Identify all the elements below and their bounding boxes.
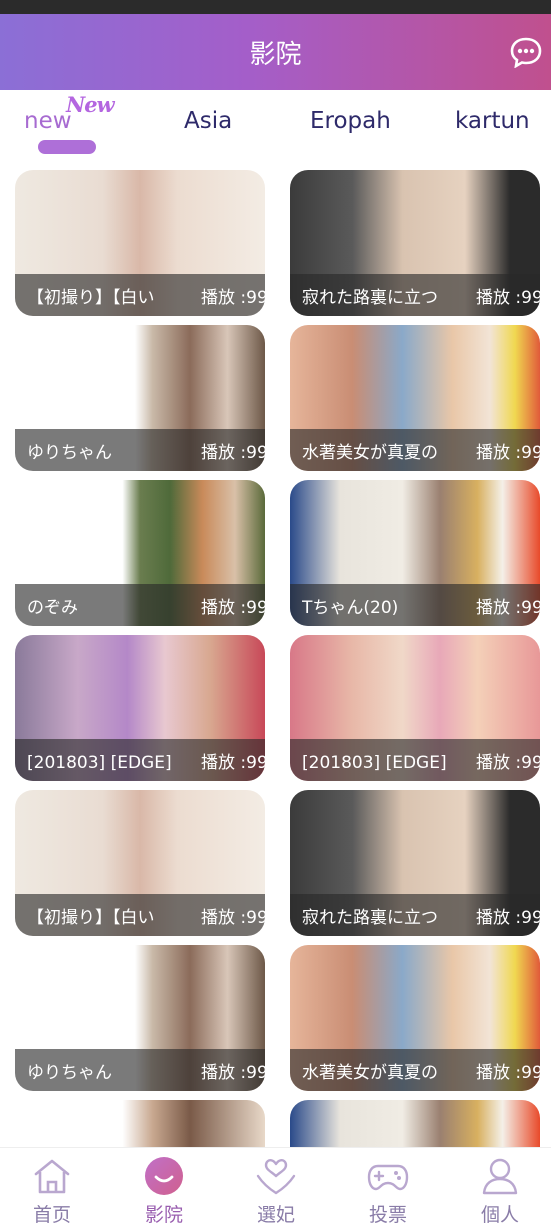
video-card[interactable] [15,1100,265,1147]
nav-item-cinema[interactable]: 影院 [119,1156,209,1227]
video-play-count: 播放 :99 [476,288,540,308]
video-play-count: 播放 :99 [201,908,265,928]
video-card[interactable]: ゆりちゃん 播放 :99 [15,325,265,471]
nav-label: 影院 [144,1204,183,1226]
video-card[interactable]: 【初撮り】【白い 播放 :99 [15,170,265,316]
smile-icon [145,1157,183,1195]
active-tab-indicator [38,140,96,154]
tab-eropah[interactable]: Eropah [310,108,391,134]
video-play-count: 播放 :99 [201,1063,265,1083]
tab-new[interactable]: new [24,108,72,134]
page-title: 影院 [249,40,302,70]
video-card[interactable]: 水著美女が真夏の 播放 :99 [290,945,540,1091]
video-card[interactable]: [201803] [EDGE] 播放 :99 [15,635,265,781]
app-header: 影院 [0,14,551,90]
nav-item-home[interactable]: 首页 [7,1156,97,1227]
video-card[interactable]: のぞみ 播放 :99 [15,480,265,626]
video-title: ゆりちゃん [27,443,112,463]
chat-bubble-icon[interactable] [509,36,543,69]
tab-asia[interactable]: Asia [184,108,232,134]
heart-hands-icon [256,1159,296,1195]
video-thumbnail [290,1100,540,1147]
new-badge: New [66,92,115,117]
video-title: 水著美女が真夏の [302,1063,438,1083]
video-title: [201803] [EDGE] [302,753,447,773]
video-title: のぞみ [27,598,78,618]
gamepad-icon [367,1164,409,1191]
video-play-count: 播放 :99 [201,288,265,308]
video-title: 【初撮り】【白い [27,908,155,928]
video-title: 【初撮り】【白い [27,288,155,308]
status-bar [0,0,551,14]
nav-item-select[interactable]: 選妃 [231,1156,321,1227]
video-card[interactable]: Tちゃん(20) 播放 :99 [290,480,540,626]
video-play-count: 播放 :99 [476,443,540,463]
video-card[interactable]: 寂れた路裏に立つ 播放 :99 [290,170,540,316]
video-title: [201803] [EDGE] [27,753,172,773]
video-play-count: 播放 :99 [201,753,265,773]
video-title: 寂れた路裏に立つ [302,288,438,308]
video-play-count: 播放 :99 [476,753,540,773]
video-play-count: 播放 :99 [476,908,540,928]
video-title: Tちゃん(20) [302,598,399,618]
bottom-nav: 首页 影院 選妃 投票 個人 [0,1147,551,1226]
nav-label: 個人 [480,1204,519,1226]
nav-label: 首页 [32,1204,71,1226]
video-title: 寂れた路裏に立つ [302,908,438,928]
video-card[interactable]: 【初撮り】【白い 播放 :99 [15,790,265,936]
video-card[interactable]: [201803] [EDGE] 播放 :99 [290,635,540,781]
video-card[interactable] [290,1100,540,1147]
video-play-count: 播放 :99 [476,1063,540,1083]
category-tabs: new New Asia Eropah kartun [0,90,551,162]
video-title: 水著美女が真夏の [302,443,438,463]
video-play-count: 播放 :99 [476,598,540,618]
person-icon [482,1158,518,1195]
video-thumbnail [15,1100,265,1147]
video-play-count: 播放 :99 [201,443,265,463]
home-icon [34,1159,70,1194]
nav-label: 投票 [368,1204,407,1226]
video-card[interactable]: 寂れた路裏に立つ 播放 :99 [290,790,540,936]
video-title: ゆりちゃん [27,1063,112,1083]
nav-item-vote[interactable]: 投票 [343,1156,433,1227]
nav-item-profile[interactable]: 個人 [455,1156,545,1227]
video-play-count: 播放 :99 [201,598,265,618]
nav-label: 選妃 [256,1204,295,1226]
tab-kartun[interactable]: kartun [455,108,530,134]
video-grid: 【初撮り】【白い 播放 :99 寂れた路裏に立つ 播放 :99 ゆりちゃん 播放… [0,162,551,1147]
video-card[interactable]: ゆりちゃん 播放 :99 [15,945,265,1091]
video-card[interactable]: 水著美女が真夏の 播放 :99 [290,325,540,471]
